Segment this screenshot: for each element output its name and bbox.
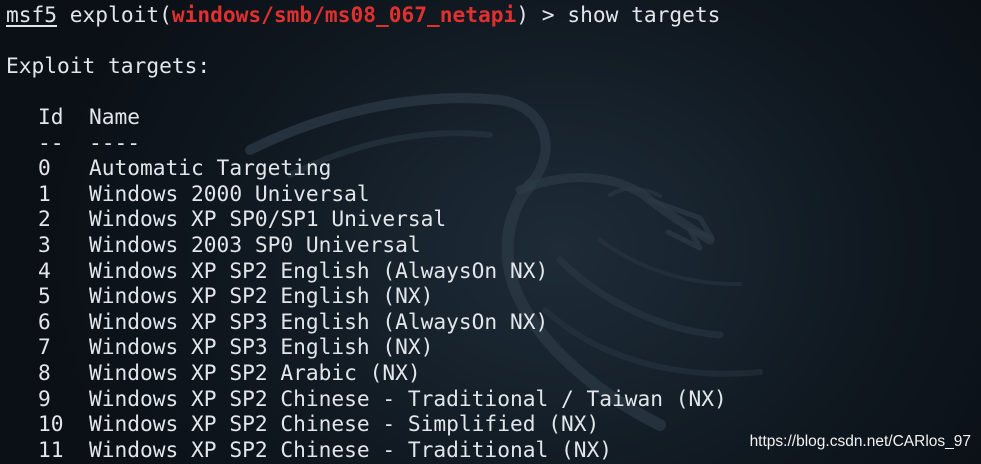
table-separator: -- ---- — [0, 130, 981, 156]
module-name: windows/smb/ms08_067_netapi — [171, 2, 517, 27]
table-row: 3 Windows 2003 SP0 Universal — [0, 232, 981, 258]
target-name: Windows XP SP2 Chinese - Simplified (NX) — [89, 411, 600, 437]
console-prompt: msf5 — [6, 2, 58, 27]
table-header: Id Name — [0, 104, 981, 130]
header-id: Id — [38, 104, 64, 129]
target-name: Windows XP SP2 Chinese - Traditional (NX… — [89, 436, 612, 462]
target-id: 3 — [38, 232, 51, 257]
table-row: 6 Windows XP SP3 English (AlwaysOn NX) — [0, 309, 981, 335]
header-name: Name — [89, 104, 141, 129]
target-id: 4 — [38, 257, 51, 283]
command-prefix: exploit( — [69, 2, 172, 27]
target-name: Windows XP SP2 Chinese - Traditional / T… — [89, 385, 727, 411]
command-text: show targets — [567, 2, 721, 27]
target-id: 10 — [38, 411, 64, 437]
target-id: 5 — [38, 283, 51, 309]
target-id: 8 — [38, 360, 51, 385]
table-row: 9 Windows XP SP2 Chinese - Traditional /… — [0, 386, 981, 412]
table-row: 2 Windows XP SP0/SP1 Universal — [0, 206, 981, 232]
target-name: Windows 2000 Universal — [89, 180, 370, 206]
target-name: Windows XP SP2 Arabic (NX) — [89, 360, 421, 385]
separator-id: -- — [38, 129, 64, 155]
target-id: 11 — [38, 436, 64, 462]
target-id: 0 — [38, 155, 51, 181]
command-suffix: ) > — [516, 2, 568, 27]
table-row: 1 Windows 2000 Universal — [0, 181, 981, 207]
target-name: Windows XP SP2 English (NX) — [89, 283, 434, 309]
terminal-window[interactable]: msf5 exploit(windows/smb/ms08_067_netapi… — [0, 0, 981, 464]
table-row: 7 Windows XP SP3 English (NX) — [0, 334, 981, 360]
target-name: Windows XP SP3 English (AlwaysOn NX) — [89, 308, 549, 334]
target-id: 7 — [38, 334, 51, 360]
target-name: Windows 2003 SP0 Universal — [89, 232, 421, 257]
prompt-line: msf5 exploit(windows/smb/ms08_067_netapi… — [6, 2, 720, 27]
table-row: 0 Automatic Targeting — [0, 155, 981, 181]
target-id: 2 — [38, 206, 51, 232]
target-name: Automatic Targeting — [89, 155, 332, 181]
target-id: 6 — [38, 308, 51, 334]
target-id: 1 — [38, 180, 51, 206]
target-name: Windows XP SP2 English (AlwaysOn NX) — [89, 257, 549, 283]
target-name: Windows XP SP3 English (NX) — [89, 334, 434, 360]
target-name: Windows XP SP0/SP1 Universal — [89, 206, 447, 232]
target-id: 9 — [38, 385, 51, 411]
source-watermark: https://blog.csdn.net/CARlos_97 — [749, 433, 971, 450]
table-row: 4 Windows XP SP2 English (AlwaysOn NX) — [0, 258, 981, 284]
table-row: 8 Windows XP SP2 Arabic (NX) — [0, 360, 981, 386]
separator-name: ---- — [89, 129, 141, 155]
table-row: 5 Windows XP SP2 English (NX) — [0, 283, 981, 309]
section-title: Exploit targets: — [6, 53, 211, 78]
